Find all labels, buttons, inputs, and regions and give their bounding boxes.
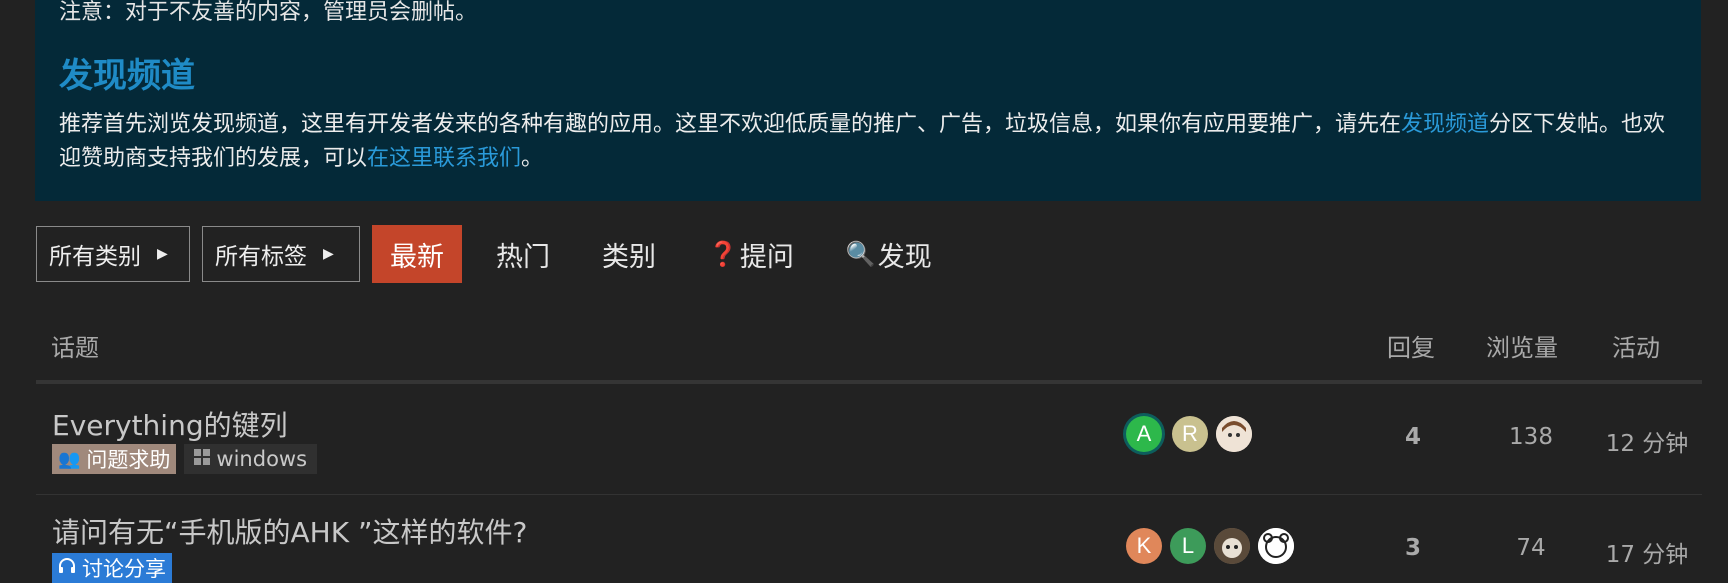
banner-text: 推荐首先浏览发现频道，这里有开发者发来的各种有趣的应用。这里不欢迎低质量的推广、… bbox=[59, 112, 1402, 137]
view-count: 138 bbox=[1509, 424, 1553, 450]
categories-dropdown-label: 所有类别 bbox=[49, 244, 141, 270]
header-views[interactable]: 浏览量 bbox=[1486, 328, 1558, 363]
windows-icon bbox=[194, 448, 211, 470]
view-count: 74 bbox=[1516, 535, 1546, 561]
tab-categories[interactable]: 类别 bbox=[584, 225, 674, 283]
avatar[interactable] bbox=[1258, 528, 1294, 564]
header-activity[interactable]: 活动 bbox=[1612, 328, 1660, 363]
magnifier-icon: 🔍 bbox=[845, 240, 876, 268]
tab-label: 类别 bbox=[602, 241, 656, 273]
welcome-banner: 注意：对于不友善的内容，管理员会删帖。 发现频道 推荐首先浏览发现频道，这里有开… bbox=[35, 0, 1701, 201]
avatar[interactable] bbox=[1216, 416, 1252, 452]
avatar[interactable]: A bbox=[1126, 416, 1162, 452]
avatar[interactable]: K bbox=[1126, 528, 1162, 564]
tag-windows[interactable]: windows bbox=[184, 444, 318, 474]
avatar[interactable] bbox=[1214, 528, 1250, 564]
tab-questions[interactable]: ❓ 提问 bbox=[690, 225, 812, 283]
banner-description: 推荐首先浏览发现频道，这里有开发者发来的各种有趣的应用。这里不欢迎低质量的推广、… bbox=[59, 108, 1679, 176]
tags-dropdown[interactable]: 所有标签 ▶ bbox=[202, 226, 360, 282]
tab-latest[interactable]: 最新 bbox=[372, 225, 462, 283]
contact-us-link[interactable]: 在这里联系我们 bbox=[367, 146, 521, 171]
topic-row: Everything的键列 👥 问题求助 windows A R 4 138 1… bbox=[36, 384, 1702, 495]
topic-tags: 讨论分享 bbox=[52, 553, 180, 583]
avatar[interactable]: L bbox=[1170, 528, 1206, 564]
categories-dropdown[interactable]: 所有类别 ▶ bbox=[36, 226, 190, 282]
topic-row: 请问有无“手机版的AHK ”这样的软件? 讨论分享 K L 3 74 17 分钟 bbox=[36, 495, 1702, 583]
header-replies[interactable]: 回复 bbox=[1387, 328, 1435, 363]
poster-avatars: A R bbox=[1126, 416, 1260, 452]
banner-notice: 注意：对于不友善的内容，管理员会删帖。 bbox=[59, 0, 478, 25]
tab-label: 发现 bbox=[877, 241, 932, 273]
header-topic[interactable]: 话题 bbox=[51, 328, 99, 363]
caret-right-icon: ▶ bbox=[323, 246, 334, 262]
tag-label: 讨论分享 bbox=[82, 557, 166, 581]
tag-label: windows bbox=[216, 447, 308, 471]
tag-discussion[interactable]: 讨论分享 bbox=[52, 553, 172, 583]
activity-time[interactable]: 17 分钟 bbox=[1592, 535, 1702, 569]
topic-title-link[interactable]: Everything的键列 bbox=[52, 404, 288, 444]
topic-tags: 👥 问题求助 windows bbox=[52, 444, 325, 474]
topic-title-link[interactable]: 请问有无“手机版的AHK ”这样的软件? bbox=[52, 511, 527, 551]
tab-label: 提问 bbox=[739, 241, 794, 273]
caret-right-icon: ▶ bbox=[157, 246, 168, 262]
headphones-icon bbox=[58, 557, 76, 580]
banner-text: 。 bbox=[521, 146, 544, 171]
discover-channel-link[interactable]: 发现频道 bbox=[1401, 112, 1489, 137]
activity-time[interactable]: 12 分钟 bbox=[1592, 424, 1702, 458]
tab-discover[interactable]: 🔍 发现 bbox=[828, 225, 950, 283]
tag-label: 问题求助 bbox=[86, 448, 171, 472]
help-people-icon: 👥 bbox=[58, 448, 81, 470]
topic-navbar: 所有类别 ▶ 所有标签 ▶ 最新 热门 类别 ❓ 提问 🔍 发现 bbox=[36, 225, 966, 283]
topic-list-header: 话题 回复 浏览量 活动 bbox=[36, 318, 1702, 384]
reply-count[interactable]: 4 bbox=[1388, 424, 1438, 450]
tag-help[interactable]: 👥 问题求助 bbox=[52, 444, 177, 474]
question-mark-icon: ❓ bbox=[708, 240, 738, 268]
tab-hot[interactable]: 热门 bbox=[478, 225, 568, 283]
reply-count[interactable]: 3 bbox=[1388, 535, 1438, 561]
tab-label: 最新 bbox=[390, 241, 444, 273]
poster-avatars: K L bbox=[1126, 528, 1302, 564]
avatar[interactable]: R bbox=[1172, 416, 1208, 452]
tab-label: 热门 bbox=[496, 241, 550, 273]
tags-dropdown-label: 所有标签 bbox=[215, 244, 307, 270]
banner-heading: 发现频道 bbox=[59, 56, 195, 96]
